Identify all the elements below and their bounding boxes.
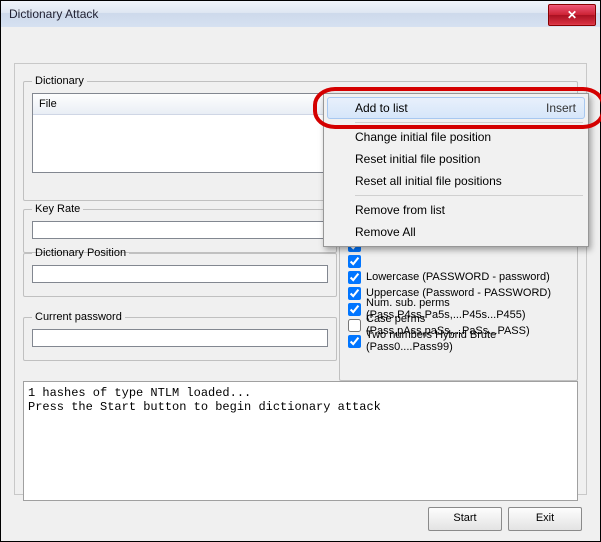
cm-label: Reset all initial file positions xyxy=(355,174,502,188)
cm-reset-initial-position[interactable]: Reset initial file position xyxy=(327,148,585,170)
dictionary-attack-window: Dictionary Attack ✕ Dictionary File Posi… xyxy=(0,0,601,542)
cm-separator xyxy=(355,122,583,123)
option-check-2[interactable] xyxy=(348,255,361,268)
cm-separator xyxy=(355,195,583,196)
group-key-rate: Key Rate xyxy=(23,203,337,253)
option-check-7[interactable] xyxy=(348,335,361,348)
button-row: Start Exit xyxy=(428,507,582,531)
log-output[interactable]: 1 hashes of type NTLM loaded... Press th… xyxy=(23,381,578,501)
option-label-7: Two numbers Hybrid Brute (Pass0....Pass9… xyxy=(366,329,569,353)
group-current-password: Current password xyxy=(23,311,337,361)
cm-label: Add to list xyxy=(355,101,408,115)
option-row[interactable]: Lowercase (PASSWORD - password) xyxy=(348,269,569,285)
window-title: Dictionary Attack xyxy=(9,7,548,21)
option-check-4[interactable] xyxy=(348,287,361,300)
group-key-rate-legend: Key Rate xyxy=(32,203,83,215)
option-check-3[interactable] xyxy=(348,271,361,284)
cm-change-initial-position[interactable]: Change initial file position xyxy=(327,126,585,148)
option-row[interactable]: Two numbers Hybrid Brute (Pass0....Pass9… xyxy=(348,333,569,349)
cm-remove-all[interactable]: Remove All xyxy=(327,221,585,243)
exit-button[interactable]: Exit xyxy=(508,507,582,531)
option-row[interactable] xyxy=(348,253,569,269)
cm-shortcut: Insert xyxy=(546,101,576,115)
group-dictionary-legend: Dictionary xyxy=(32,75,87,87)
cm-reset-all-positions[interactable]: Reset all initial file positions xyxy=(327,170,585,192)
option-check-6[interactable] xyxy=(348,319,361,332)
group-current-password-legend: Current password xyxy=(32,311,125,323)
context-menu[interactable]: Add to list Insert Change initial file p… xyxy=(323,93,589,247)
cm-remove-from-list[interactable]: Remove from list xyxy=(327,199,585,221)
cm-label: Remove All xyxy=(355,225,416,239)
cm-add-to-list[interactable]: Add to list Insert xyxy=(327,97,585,119)
close-button[interactable]: ✕ xyxy=(548,4,596,26)
option-check-5[interactable] xyxy=(348,303,361,316)
group-dictionary-position: Dictionary Position xyxy=(23,247,337,297)
titlebar[interactable]: Dictionary Attack ✕ xyxy=(1,1,600,28)
log-line: 1 hashes of type NTLM loaded... xyxy=(28,386,251,400)
current-password-field xyxy=(32,329,328,347)
cm-label: Reset initial file position xyxy=(355,152,480,166)
close-icon: ✕ xyxy=(567,8,577,22)
log-line: Press the Start button to begin dictiona… xyxy=(28,400,381,414)
cm-label: Remove from list xyxy=(355,203,445,217)
group-dictionary-position-legend: Dictionary Position xyxy=(32,247,129,259)
column-file[interactable]: File xyxy=(33,94,346,114)
option-label-3: Lowercase (PASSWORD - password) xyxy=(366,271,550,283)
dictionary-position-field xyxy=(32,265,328,283)
key-rate-field xyxy=(32,221,328,239)
start-button[interactable]: Start xyxy=(428,507,502,531)
cm-label: Change initial file position xyxy=(355,130,491,144)
